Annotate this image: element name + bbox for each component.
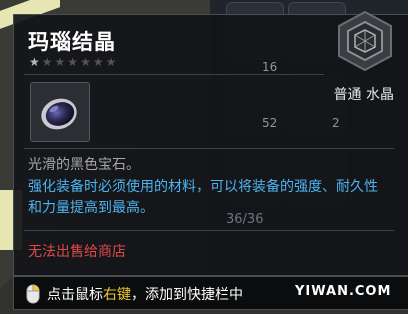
item-usage-line: 强化装备时必须使用的材料，可以将装备的强度、耐久性 (28, 179, 378, 195)
item-grade-category: 普通 水晶 (334, 84, 394, 104)
hint-prefix: 点击鼠标 (47, 287, 103, 303)
item-icon-frame (30, 82, 90, 142)
item-flavor-text: 光滑的黑色宝石。 (28, 157, 140, 173)
mouse-right-click-icon (26, 284, 40, 304)
inventory-slot-count: 2 (332, 116, 340, 130)
hint-text: 点击鼠标右键，添加到快捷栏中 (47, 284, 243, 304)
star-empty-icon: ★ (54, 55, 66, 69)
star-empty-icon: ★ (105, 55, 117, 69)
agate-crystal-gem-icon (41, 98, 77, 130)
sell-restriction-warning: 无法出售给商店 (28, 244, 126, 260)
tooltip-divider (24, 74, 324, 75)
item-grade: 普通 (333, 87, 362, 103)
star-empty-icon: ★ (67, 55, 79, 69)
tooltip-divider (24, 230, 394, 231)
item-category: 水晶 (366, 87, 394, 103)
inventory-slot-count: 52 (262, 116, 278, 130)
hint-key-highlight: 右键 (103, 287, 131, 303)
item-name: 玛瑙结晶 (28, 30, 116, 54)
tooltip-divider (24, 148, 394, 149)
star-filled-icon: ★ (29, 55, 40, 69)
item-usage-text: 强化装备时必须使用的材料，可以将装备的强度、耐久性 和力量提高到最高。 (28, 177, 388, 219)
item-star-rating: ★ ★ ★ ★ ★ ★ ★ (29, 56, 116, 68)
hexagon-crystal-emblem-icon (338, 10, 392, 72)
inventory-slot-count: 16 (262, 60, 278, 74)
hint-suffix: ，添加到快捷栏中 (131, 287, 243, 303)
star-empty-icon: ★ (41, 55, 53, 69)
star-empty-icon: ★ (92, 55, 104, 69)
site-watermark: YIWAN.COM (295, 284, 392, 299)
star-empty-icon: ★ (80, 55, 91, 69)
item-usage-line: 和力量提高到最高。 (28, 200, 154, 216)
